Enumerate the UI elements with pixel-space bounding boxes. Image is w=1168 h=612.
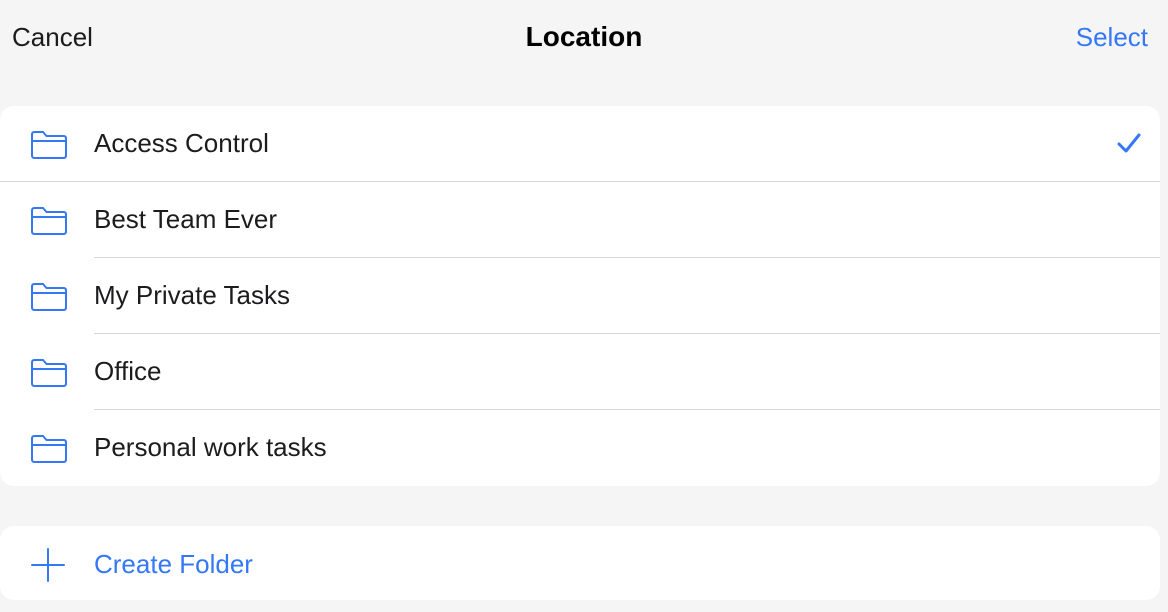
folder-list: Access Control Best Team Ever My Private…	[0, 106, 1160, 486]
folder-icon	[31, 359, 67, 387]
folder-icon	[31, 283, 67, 311]
folder-row-my-private-tasks[interactable]: My Private Tasks	[0, 258, 1160, 334]
folder-icon	[31, 435, 67, 463]
folder-label: Access Control	[94, 128, 269, 158]
folder-row-best-team-ever[interactable]: Best Team Ever	[0, 182, 1160, 258]
folder-row-office[interactable]: Office	[0, 334, 1160, 410]
folder-label: Best Team Ever	[94, 204, 278, 234]
create-folder-button[interactable]: Create Folder	[0, 526, 1160, 600]
folder-label: My Private Tasks	[94, 280, 291, 310]
folder-row-access-control[interactable]: Access Control	[0, 106, 1160, 182]
create-folder-label: Create Folder	[94, 549, 253, 579]
folder-label: Office	[94, 356, 162, 386]
plus-icon	[31, 548, 65, 582]
checkmark-icon	[1117, 133, 1141, 153]
folder-row-personal-work-tasks[interactable]: Personal work tasks	[0, 410, 1160, 486]
folder-icon	[31, 131, 67, 159]
folder-label: Personal work tasks	[94, 432, 327, 462]
create-folder-section: Create Folder	[0, 526, 1160, 600]
page-title: Location	[525, 21, 643, 52]
select-button[interactable]: Select	[1076, 20, 1148, 54]
navigation-bar: Cancel Location Select	[0, 0, 1168, 74]
folder-icon	[31, 207, 67, 235]
